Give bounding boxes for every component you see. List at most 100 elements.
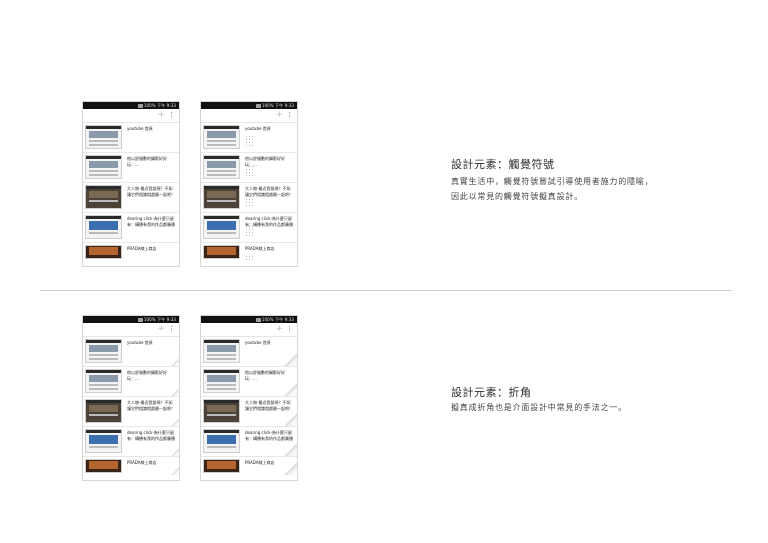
grip-dots-icon[interactable] [245,165,254,176]
list-item[interactable]: youtube 首頁 [201,337,297,367]
list-item[interactable]: 大人物-最近我發現？不如讓它們相識相處最一起吧！ [201,397,297,427]
action-bar: + ⋮ [201,109,297,123]
list-item[interactable]: 大人物-最近我發現？不如讓它們相識相處最一起吧！ [201,183,297,213]
page-thumbnail [85,369,122,393]
list-item[interactable]: youtube 首頁 [201,123,297,153]
page-thumbnail [85,125,122,149]
list-item[interactable]: 大人物-最近我發現？不如讓它們相識相處最一起吧！ [83,397,179,427]
status-bar: 100% 下午 9:33 [201,316,297,323]
status-bar: 100% 下午 9:33 [201,102,297,109]
signal-icon [137,318,143,322]
list-item[interactable]: dearing click-為什麼只留有：構播有潔的作品都廣播 [201,427,297,457]
add-icon[interactable]: + [275,110,283,121]
overflow-menu-icon[interactable]: ⋮ [168,324,175,335]
folded-corner-icon[interactable] [284,353,297,366]
list-item-title: dearing click-為什麼只留有：構播有潔的作品都廣播 [127,430,175,441]
folded-corner-icon[interactable] [284,462,297,475]
grip-dots-icon[interactable] [245,255,254,261]
list-item-title: youtube 首頁 [245,126,271,131]
add-icon[interactable]: + [275,324,283,335]
signal-icon [137,104,143,108]
list-item[interactable]: dearing click-為什麼只留有：構播有潔的作品都廣播 [83,427,179,457]
page-thumbnail [85,429,122,453]
list-item[interactable]: PRADA線上商店 [83,457,179,475]
add-icon[interactable]: + [157,110,165,121]
list-item-title: 大人物-最近我發現？不如讓它們相識相處最一起吧！ [127,186,175,197]
page-thumbnail [203,245,240,259]
section-heading: 設計元素：折角 [451,386,532,399]
grip-dots-icon[interactable] [245,135,254,146]
folded-corner-icon[interactable] [171,448,179,456]
list-item-title: youtube 首頁 [127,340,153,345]
folded-corner-icon[interactable] [171,388,179,396]
folded-corner-icon[interactable] [284,413,297,426]
list-item-title: 大人物-最近我發現？不如讓它們相識相處最一起吧！ [127,400,175,411]
overflow-menu-icon[interactable]: ⋮ [286,110,293,121]
list-item-title: 他以舒服數的攝影好好玩：... [127,156,167,167]
list-item-title: 他以舒服數的攝影好好玩：... [245,370,285,381]
folded-corner-icon[interactable] [284,443,297,456]
list-item[interactable]: 他以舒服數的攝影好好玩：... [201,153,297,183]
section-description-line-1: 真實生活中，觸覺符號嘗試引導使用者施力的隱喻， [451,177,654,186]
folded-corner-icon[interactable] [284,383,297,396]
page-thumbnail [203,429,240,453]
status-text: 100% 下午 9:33 [143,317,176,322]
page-thumbnail [203,369,240,393]
list-item[interactable]: youtube 首頁 [83,123,179,153]
status-text: 100% 下午 9:33 [261,103,294,108]
signal-icon [255,318,261,322]
page-thumbnail [85,155,122,179]
section-heading: 設計元素：觸覺符號 [451,158,555,171]
overflow-menu-icon[interactable]: ⋮ [286,324,293,335]
phone-mockup-tactile: 100% 下午 9:33 + ⋮ youtube 首頁 他以舒服數的攝影好好玩：… [200,101,298,267]
list-item-title: PRADA線上商店 [127,460,157,465]
section-tactile-symbols: 100% 下午 9:33 + ⋮ youtube 首頁 他以舒服數的攝影好好玩：… [0,0,768,290]
overflow-menu-icon[interactable]: ⋮ [168,110,175,121]
list-item[interactable]: 他以舒服數的攝影好好玩：... [83,367,179,397]
status-text: 100% 下午 9:33 [143,103,176,108]
page-thumbnail [203,339,240,363]
page-thumbnail [85,339,122,363]
folded-corner-icon[interactable] [171,358,179,366]
page-thumbnail [85,459,122,473]
page-thumbnail [85,399,122,423]
list-item[interactable]: 他以舒服數的攝影好好玩：... [201,367,297,397]
list-item-title: dearing click-為什麼只留有：構播有潔的作品都廣播 [245,430,293,441]
list-item[interactable]: 他以舒服數的攝影好好玩：... [83,153,179,183]
list-item[interactable]: youtube 首頁 [83,337,179,367]
section-description-line-1: 擬真成折角也是介面設計中常見的手法之一。 [451,403,627,412]
grip-dots-icon[interactable] [245,225,254,236]
action-bar: + ⋮ [83,109,179,123]
folded-corner-icon[interactable] [171,467,179,475]
list-item[interactable]: PRADA線上商店 [201,457,297,475]
add-icon[interactable]: + [157,324,165,335]
list-item[interactable]: PRADA線上商店 [201,243,297,261]
status-bar: 100% 下午 9:33 [83,316,179,323]
page-thumbnail [203,459,240,473]
phone-mockup-curl-strong: 100% 下午 9:33 + ⋮ youtube 首頁 他以舒服數的攝影好好玩：… [200,315,298,481]
status-bar: 100% 下午 9:33 [83,102,179,109]
section-folded-corner: 100% 下午 9:33 + ⋮ youtube 首頁 他以舒服數的攝影好好玩：… [0,291,768,543]
page-thumbnail [85,245,122,259]
action-bar: + ⋮ [83,323,179,337]
page-thumbnail [203,125,240,149]
page-thumbnail [203,399,240,423]
list-item-title: PRADA線上商店 [127,246,157,251]
page-thumbnail [203,155,240,179]
phone-mockup-curl-light: 100% 下午 9:33 + ⋮ youtube 首頁 他以舒服數的攝影好好玩：… [82,315,180,481]
list-item[interactable]: dearing click-為什麼只留有：構播有潔的作品都廣播 [201,213,297,243]
action-bar: + ⋮ [201,323,297,337]
folded-corner-icon[interactable] [171,418,179,426]
list-item-title: 他以舒服數的攝影好好玩：... [127,370,167,381]
phone-mockup-plain: 100% 下午 9:33 + ⋮ youtube 首頁 他以舒服數的攝影好好玩：… [82,101,180,267]
section-description-line-2: 因此以常見的觸覺符號擬真設計。 [451,192,583,201]
signal-icon [255,104,261,108]
page-thumbnail [203,215,240,239]
list-item[interactable]: dearing click-為什麼只留有：構播有潔的作品都廣播 [83,213,179,243]
grip-dots-icon[interactable] [245,195,254,206]
list-item[interactable]: PRADA線上商店 [83,243,179,261]
status-text: 100% 下午 9:33 [261,317,294,322]
list-item-title: dearing click-為什麼只留有：構播有潔的作品都廣播 [127,216,175,227]
list-item[interactable]: 大人物-最近我發現？不如讓它們相識相處最一起吧！ [83,183,179,213]
list-item-title: PRADA線上商店 [245,246,275,251]
